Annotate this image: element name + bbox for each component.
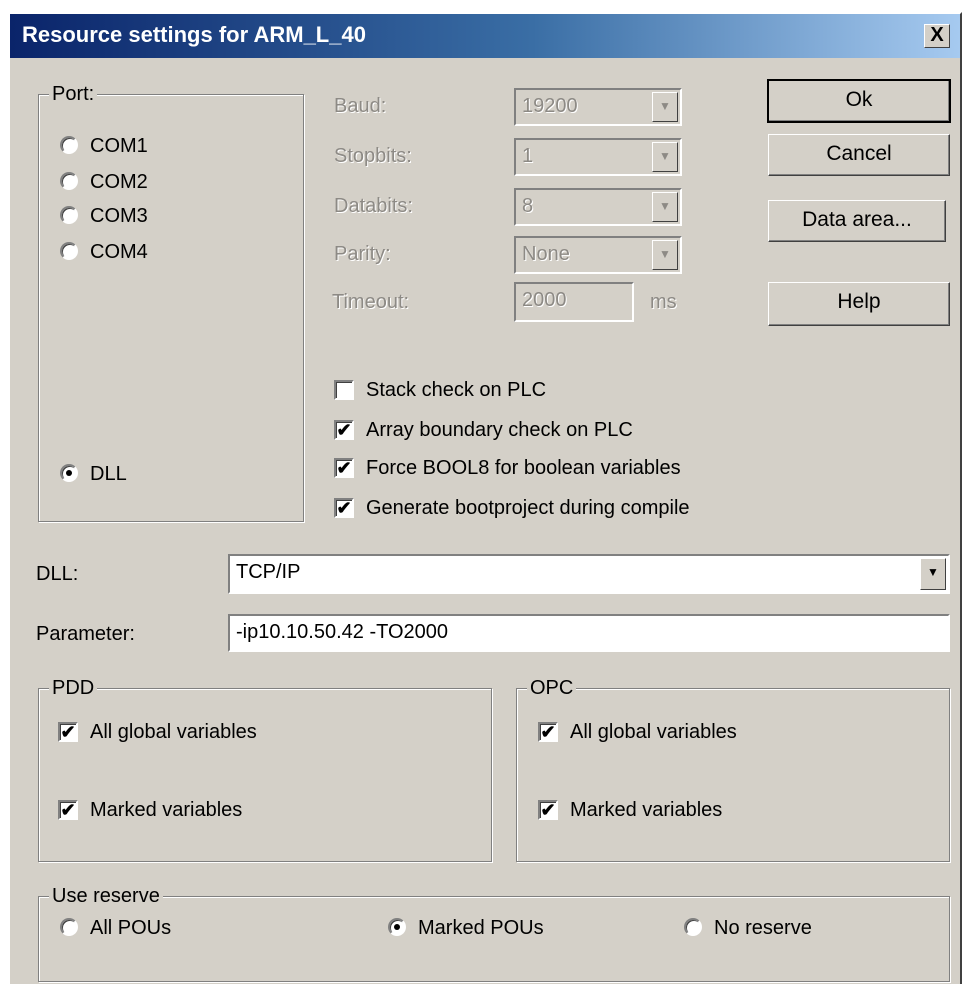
chevron-down-icon[interactable]: ▼: [920, 558, 946, 590]
stack-check-checkbox[interactable]: [334, 380, 354, 400]
ok-button[interactable]: Ok: [767, 79, 951, 123]
cancel-button[interactable]: Cancel: [768, 134, 950, 176]
dialog-window: Resource settings for ARM_L_40 X Port: C…: [8, 12, 962, 984]
baud-combo[interactable]: 19200 ▼: [514, 88, 682, 126]
radio-dll-label: DLL: [90, 463, 127, 485]
dll-label: DLL:: [36, 563, 79, 585]
radio-com3[interactable]: [60, 206, 78, 224]
radio-com3-label: COM3: [90, 205, 148, 227]
radio-dll[interactable]: [60, 464, 78, 482]
databits-value: 8: [522, 195, 534, 217]
radio-com2-label: COM2: [90, 171, 148, 193]
close-button[interactable]: X: [924, 24, 950, 48]
stopbits-combo[interactable]: 1 ▼: [514, 138, 682, 176]
databits-combo[interactable]: 8 ▼: [514, 188, 682, 226]
force-bool8-checkbox[interactable]: ✔: [334, 458, 354, 478]
stopbits-value: 1: [522, 145, 534, 167]
opc-marked-label: Marked variables: [570, 799, 723, 821]
dll-combo[interactable]: TCP/IP ▼: [228, 554, 950, 594]
array-boundary-checkbox[interactable]: ✔: [334, 420, 354, 440]
radio-com2[interactable]: [60, 172, 78, 190]
opc-marked-checkbox[interactable]: ✔: [538, 800, 558, 820]
data-area-button[interactable]: Data area...: [768, 200, 946, 242]
timeout-unit: ms: [650, 291, 677, 313]
dll-value: TCP/IP: [236, 561, 301, 583]
timeout-label: Timeout:: [332, 291, 410, 313]
radio-no-reserve-label: No reserve: [714, 917, 812, 939]
chevron-down-icon[interactable]: ▼: [652, 142, 678, 172]
window-title: Resource settings for ARM_L_40: [22, 22, 366, 47]
opc-group: OPC: [516, 676, 950, 862]
array-boundary-label: Array boundary check on PLC: [366, 419, 633, 441]
stack-check-label: Stack check on PLC: [366, 379, 547, 401]
radio-all-pous-label: All POUs: [90, 917, 172, 939]
radio-all-pous[interactable]: [60, 918, 78, 936]
chevron-down-icon[interactable]: ▼: [652, 240, 678, 270]
parameter-input[interactable]: -ip10.10.50.42 -TO2000: [228, 614, 950, 652]
opc-all-global-label: All global variables: [570, 721, 737, 743]
baud-value: 19200: [522, 95, 578, 117]
timeout-value: 2000: [522, 289, 567, 311]
dialog-content: Port: COM1 COM2 COM3 COM4 DLL Baud: 1920…: [10, 58, 960, 984]
parity-value: None: [522, 243, 570, 265]
stopbits-label: Stopbits:: [334, 145, 412, 167]
title-bar[interactable]: Resource settings for ARM_L_40 X: [10, 14, 960, 58]
parameter-label: Parameter:: [36, 623, 135, 645]
opc-all-global-checkbox[interactable]: ✔: [538, 722, 558, 742]
radio-com1[interactable]: [60, 136, 78, 154]
radio-marked-pous-label: Marked POUs: [418, 917, 544, 939]
radio-com1-label: COM1: [90, 135, 148, 157]
radio-com4-label: COM4: [90, 241, 148, 263]
pdd-group: PDD: [38, 676, 492, 862]
force-bool8-label: Force BOOL8 for boolean variables: [366, 457, 681, 479]
pdd-marked-label: Marked variables: [90, 799, 243, 821]
parity-combo[interactable]: None ▼: [514, 236, 682, 274]
databits-label: Databits:: [334, 195, 413, 217]
parameter-value: -ip10.10.50.42 -TO2000: [236, 621, 449, 643]
bootproject-label: Generate bootproject during compile: [366, 497, 690, 519]
parity-label: Parity:: [334, 243, 391, 265]
pdd-all-global-label: All global variables: [90, 721, 257, 743]
opc-group-label: OPC: [527, 676, 577, 700]
use-reserve-group-label: Use reserve: [49, 884, 163, 908]
radio-com4[interactable]: [60, 242, 78, 260]
port-group: Port:: [38, 82, 304, 522]
chevron-down-icon[interactable]: ▼: [652, 192, 678, 222]
radio-marked-pous[interactable]: [388, 918, 406, 936]
port-group-label: Port:: [49, 82, 98, 106]
pdd-marked-checkbox[interactable]: ✔: [58, 800, 78, 820]
timeout-input[interactable]: 2000: [514, 282, 634, 322]
help-button[interactable]: Help: [768, 282, 950, 326]
baud-label: Baud:: [334, 95, 387, 117]
chevron-down-icon[interactable]: ▼: [652, 92, 678, 122]
pdd-all-global-checkbox[interactable]: ✔: [58, 722, 78, 742]
pdd-group-label: PDD: [49, 676, 98, 700]
bootproject-checkbox[interactable]: ✔: [334, 498, 354, 518]
radio-no-reserve[interactable]: [684, 918, 702, 936]
